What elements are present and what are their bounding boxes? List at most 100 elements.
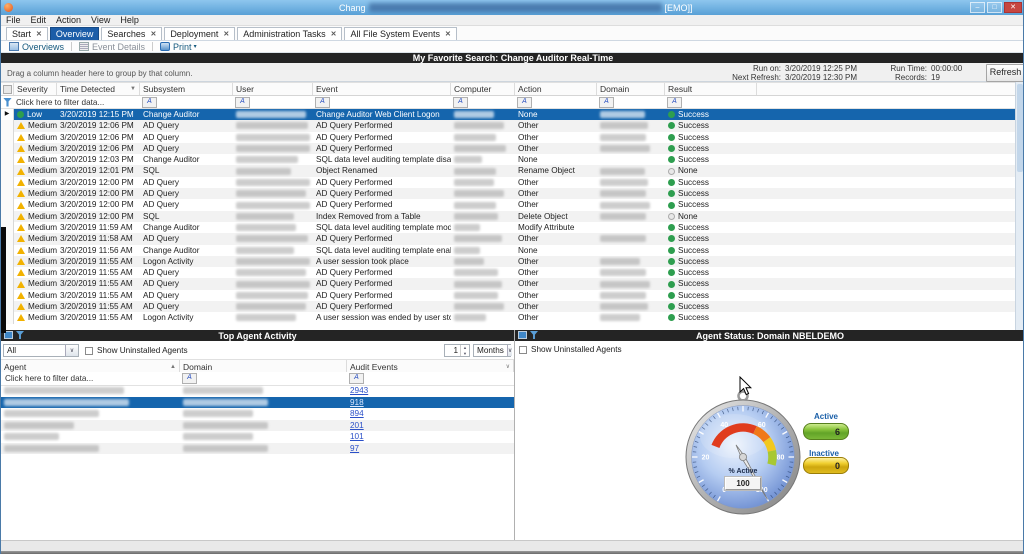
show-uninstalled-checkbox[interactable] bbox=[519, 346, 527, 354]
column-header-subsystem[interactable]: Subsystem bbox=[140, 83, 233, 95]
column-filter-button[interactable]: A bbox=[235, 97, 250, 108]
events-scrollbar[interactable] bbox=[1015, 82, 1024, 330]
tab-close-icon[interactable]: ✕ bbox=[36, 30, 42, 38]
panel-window-icon[interactable] bbox=[518, 331, 527, 339]
agent-row[interactable]: 2943 bbox=[1, 385, 514, 397]
column-header-severity[interactable]: Severity bbox=[14, 83, 57, 95]
tab-searches[interactable]: Searches✕ bbox=[101, 27, 162, 40]
agent-grid-filter-row[interactable]: Click here to filter data...AA bbox=[1, 372, 514, 386]
chevron-down-icon[interactable]: ∨ bbox=[65, 345, 78, 356]
audit-events-link[interactable]: 894 bbox=[350, 408, 364, 420]
event-details-button[interactable]: Event Details bbox=[79, 42, 145, 52]
toolbar-button-label: Print bbox=[173, 42, 192, 52]
tab-overview[interactable]: Overview bbox=[50, 27, 100, 40]
column-header-user[interactable]: User bbox=[233, 83, 313, 95]
table-row[interactable]: ▶Low3/20/2019 12:15 PMChange AuditorChan… bbox=[1, 109, 1015, 120]
tab-close-icon[interactable]: ✕ bbox=[445, 30, 451, 38]
table-row[interactable]: Medium3/20/2019 11:55 AMAD QueryAD Query… bbox=[1, 301, 1015, 312]
table-row[interactable]: Medium3/20/2019 11:55 AMAD QueryAD Query… bbox=[1, 278, 1015, 289]
tab-deployment[interactable]: Deployment✕ bbox=[164, 27, 235, 40]
tab-close-icon[interactable]: ✕ bbox=[331, 30, 337, 38]
menu-file[interactable]: File bbox=[1, 15, 26, 25]
stepper-down-icon[interactable]: ▼ bbox=[461, 351, 469, 357]
tab-all-file-system-events[interactable]: All File System Events✕ bbox=[344, 27, 456, 40]
action-cell: Delete Object bbox=[515, 211, 597, 222]
menu-edit[interactable]: Edit bbox=[26, 15, 52, 25]
table-row[interactable]: Medium3/20/2019 12:06 PMAD QueryAD Query… bbox=[1, 132, 1015, 143]
column-filter-button[interactable]: A bbox=[315, 97, 330, 108]
tab-start[interactable]: Start✕ bbox=[6, 27, 48, 40]
column-filter-button[interactable]: A bbox=[517, 97, 532, 108]
audit-events-link[interactable]: 97 bbox=[350, 443, 359, 455]
show-uninstalled-right[interactable]: Show Uninstalled Agents bbox=[519, 345, 622, 354]
filter-funnel-icon[interactable] bbox=[16, 331, 24, 339]
table-row[interactable]: Medium3/20/2019 12:01 PMSQLObject Rename… bbox=[1, 165, 1015, 176]
severity-cell: Medium bbox=[14, 312, 57, 323]
audit-events-link[interactable]: 2943 bbox=[350, 385, 368, 397]
maximize-icon[interactable]: □ bbox=[987, 2, 1002, 13]
table-row[interactable]: Medium3/20/2019 11:55 AMAD QueryAD Query… bbox=[1, 267, 1015, 278]
column-filter-button[interactable]: A bbox=[349, 373, 364, 384]
show-uninstalled-checkbox[interactable] bbox=[85, 347, 93, 355]
menu-action[interactable]: Action bbox=[51, 15, 86, 25]
audit-events-link[interactable]: 201 bbox=[350, 420, 364, 432]
table-row[interactable]: Medium3/20/2019 12:06 PMAD QueryAD Query… bbox=[1, 143, 1015, 154]
table-row[interactable]: Medium3/20/2019 11:55 AMAD QueryAD Query… bbox=[1, 290, 1015, 301]
agent-filter-dropdown[interactable]: All ∨ bbox=[3, 344, 79, 357]
menu-view[interactable]: View bbox=[86, 15, 115, 25]
filter-row-hint[interactable]: Click here to filter data... bbox=[1, 372, 180, 385]
agent-row[interactable]: 894 bbox=[1, 408, 514, 420]
active-count-pill[interactable]: 6 bbox=[803, 423, 849, 440]
column-header-result[interactable]: Result bbox=[665, 83, 757, 95]
table-row[interactable]: Medium3/20/2019 11:59 AMChange AuditorSQ… bbox=[1, 222, 1015, 233]
filter-funnel-icon[interactable] bbox=[3, 98, 12, 107]
column-filter-button[interactable]: A bbox=[453, 97, 468, 108]
agent-row[interactable]: 101 bbox=[1, 431, 514, 443]
table-row[interactable]: Medium3/20/2019 12:00 PMSQLIndex Removed… bbox=[1, 211, 1015, 222]
audit-events-link[interactable]: 101 bbox=[350, 431, 364, 443]
table-row[interactable]: Medium3/20/2019 12:00 PMAD QueryAD Query… bbox=[1, 188, 1015, 199]
chevron-down-icon[interactable]: ∨ bbox=[507, 345, 512, 356]
interval-unit-dropdown[interactable]: Months ∨ bbox=[473, 344, 511, 357]
column-filter-button[interactable]: A bbox=[142, 97, 157, 108]
show-uninstalled-left[interactable]: Show Uninstalled Agents bbox=[85, 346, 188, 355]
tab-close-icon[interactable]: ✕ bbox=[150, 30, 156, 38]
table-row[interactable]: Medium3/20/2019 11:58 AMAD QueryAD Query… bbox=[1, 233, 1015, 244]
overviews-button[interactable]: Overviews bbox=[9, 42, 64, 52]
tab-administration-tasks[interactable]: Administration Tasks✕ bbox=[237, 27, 342, 40]
menu-help[interactable]: Help bbox=[115, 15, 144, 25]
column-chooser-icon[interactable]: ∨ bbox=[506, 363, 510, 370]
table-row[interactable]: Medium3/20/2019 12:06 PMAD QueryAD Query… bbox=[1, 120, 1015, 131]
events-grid-filter-row[interactable]: Click here to filter data...AAAAAAA bbox=[1, 96, 1015, 109]
column-header-domain[interactable]: Domain bbox=[597, 83, 665, 95]
filter-funnel-icon[interactable] bbox=[530, 331, 538, 339]
close-icon[interactable]: ✕ bbox=[1004, 2, 1022, 13]
scrollbar-thumb[interactable] bbox=[1017, 84, 1023, 172]
agent-row[interactable]: 918 bbox=[1, 397, 514, 409]
severity-cell: Medium bbox=[14, 278, 57, 289]
tab-close-icon[interactable]: ✕ bbox=[223, 30, 229, 38]
table-row[interactable]: Medium3/20/2019 12:00 PMAD QueryAD Query… bbox=[1, 199, 1015, 210]
inactive-count-pill[interactable]: 0 bbox=[803, 457, 849, 474]
table-row[interactable]: Medium3/20/2019 11:55 AMLogon ActivityA … bbox=[1, 256, 1015, 267]
column-filter-button[interactable]: A bbox=[182, 373, 197, 384]
column-filter-button[interactable]: A bbox=[667, 97, 682, 108]
filter-row-hint[interactable]: Click here to filter data... bbox=[14, 96, 140, 108]
interval-stepper[interactable]: 1 ▲▼ bbox=[444, 344, 470, 357]
select-all-icon[interactable] bbox=[3, 85, 12, 94]
table-row[interactable]: Medium3/20/2019 12:03 PMChange AuditorSQ… bbox=[1, 154, 1015, 165]
print-button[interactable]: Print▾ bbox=[160, 42, 197, 52]
minimize-icon[interactable]: – bbox=[970, 2, 985, 13]
column-filter-button[interactable]: A bbox=[599, 97, 614, 108]
audit-events-link[interactable]: 918 bbox=[350, 397, 364, 409]
agent-row[interactable]: 97 bbox=[1, 443, 514, 455]
table-row[interactable]: Medium3/20/2019 11:55 AMLogon ActivityA … bbox=[1, 312, 1015, 323]
table-row[interactable]: Medium3/20/2019 12:00 PMAD QueryAD Query… bbox=[1, 177, 1015, 188]
column-header-time-detected[interactable]: Time Detected▼ bbox=[57, 83, 140, 95]
column-header-action[interactable]: Action bbox=[515, 83, 597, 95]
agent-row[interactable]: 201 bbox=[1, 420, 514, 432]
refresh-button[interactable]: Refresh bbox=[986, 64, 1024, 82]
table-row[interactable]: Medium3/20/2019 11:56 AMChange AuditorSQ… bbox=[1, 245, 1015, 256]
column-header-computer[interactable]: Computer bbox=[451, 83, 515, 95]
column-header-event[interactable]: Event bbox=[313, 83, 451, 95]
